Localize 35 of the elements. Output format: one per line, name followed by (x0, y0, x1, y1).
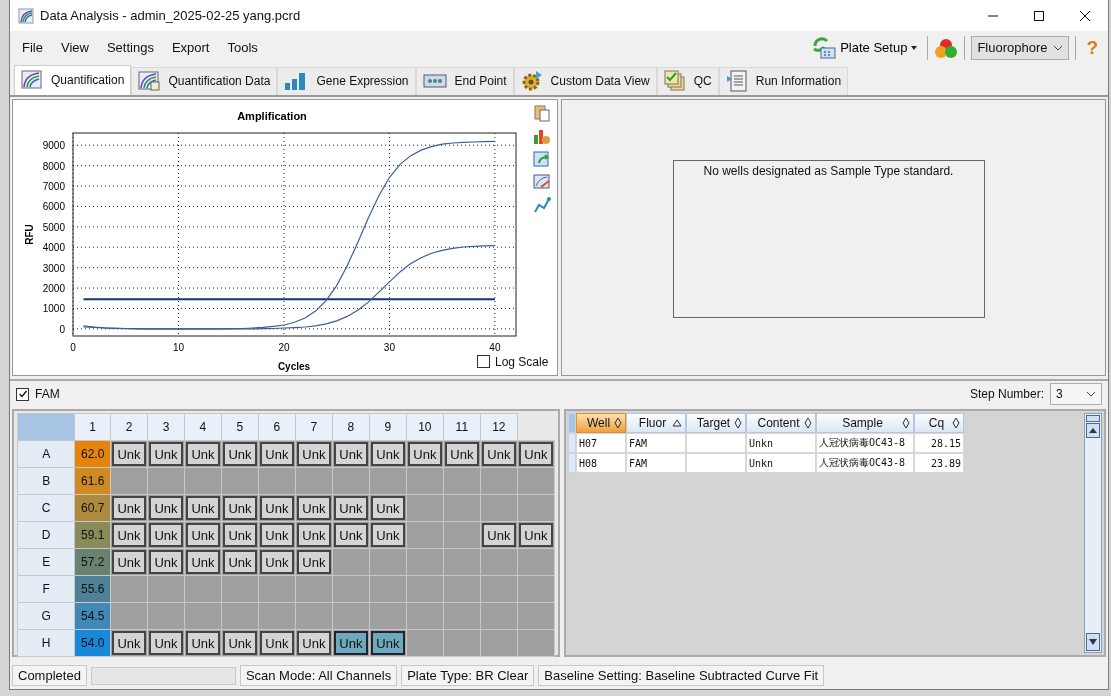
y-tick-label: 0 (59, 323, 65, 335)
status-text: Completed (12, 665, 87, 687)
y-axis-label: RFU (24, 224, 35, 245)
table-cell: 人冠状病毒OC43-8 (816, 453, 914, 474)
x-tick-label: 0 (70, 341, 76, 353)
table-cell: H08 (576, 453, 626, 474)
y-tick-label: 5000 (42, 221, 65, 233)
table-cell: FAM (626, 453, 686, 474)
y-tick-label: 2000 (42, 283, 65, 294)
step-number-label: Step Number: (969, 387, 1044, 402)
status-text: Plate Type: BR Clear (401, 665, 535, 687)
y-tick-label: 9000 (42, 140, 65, 152)
table-cell: FAM (626, 433, 686, 454)
table-cell: Unkn (746, 433, 816, 454)
no-standards-message: No wells designated as Sample Type standard. (703, 163, 954, 180)
window-title: Data Analysis - admin_2025-02-25 yang.pcrd (40, 8, 301, 23)
table-cell: Unkn (746, 453, 816, 474)
y-tick-label: 1000 (42, 303, 65, 315)
status-text: Scan Mode: All Channels (239, 665, 398, 687)
x-tick-label: 30 (383, 341, 395, 353)
status-text: Baseline Setting: Baseline Subtracted Curve Fit (538, 665, 825, 687)
y-tick-label: 8000 (42, 160, 65, 172)
y-tick-label: 4000 (42, 242, 65, 254)
x-tick-label: 40 (489, 341, 501, 353)
table-cell: 28.15 (914, 433, 964, 454)
x-axis-label: Cycles (277, 360, 311, 372)
table-cell: 人冠状病毒OC43-8 (816, 433, 914, 454)
y-tick-label: 7000 (42, 181, 65, 192)
y-tick-label: 3000 (42, 262, 65, 274)
x-tick-label: 10 (172, 341, 185, 353)
x-tick-label: 20 (278, 341, 290, 353)
chart-title: Amplification (237, 109, 307, 122)
table-cell: 23.89 (914, 453, 964, 474)
y-tick-label: 6000 (42, 201, 65, 213)
table-cell: H07 (576, 433, 626, 454)
